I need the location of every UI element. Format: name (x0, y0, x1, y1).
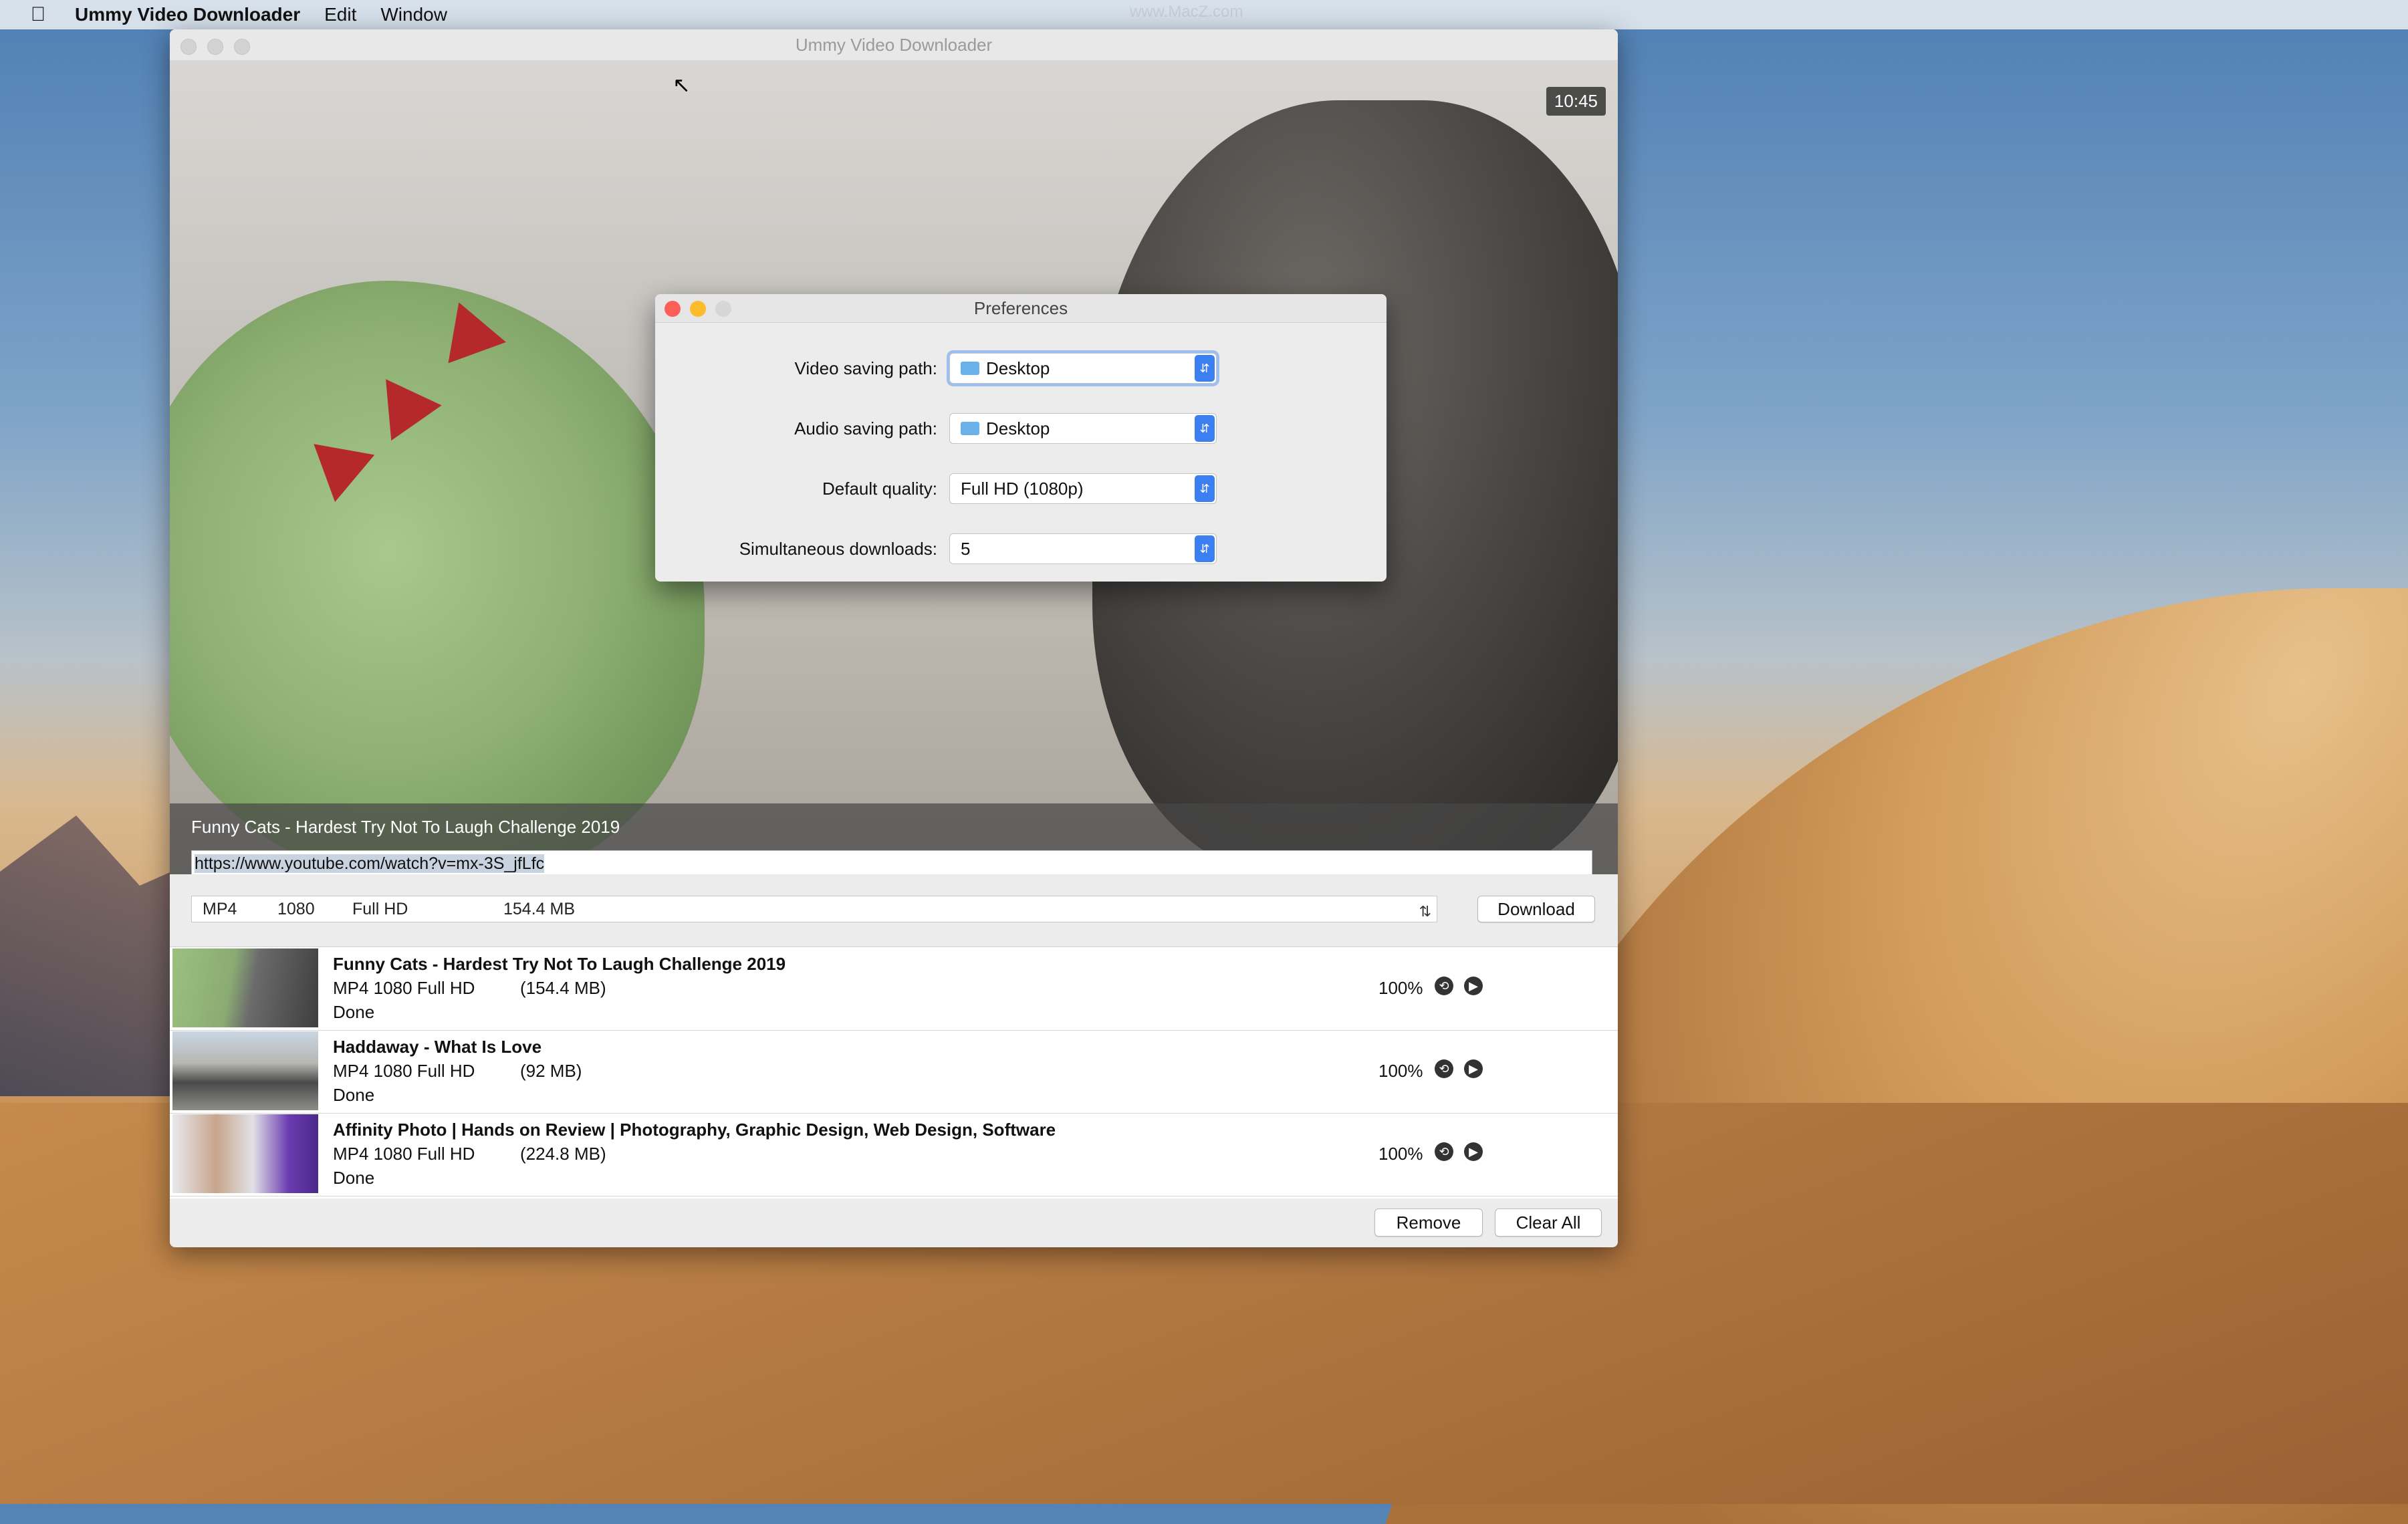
show-in-folder-icon[interactable]: ⟲ (1435, 1059, 1453, 1078)
format-resolution: 1080 (277, 900, 315, 918)
simultaneous-label: Simultaneous downloads: (739, 539, 937, 559)
close-button[interactable] (665, 301, 681, 317)
menubar:  Ummy Video Downloader Edit Window www.… (0, 0, 2408, 29)
simultaneous-value: 5 (961, 539, 971, 559)
thumbnail-image (172, 948, 318, 1027)
download-title: Haddaway - What Is Love (333, 1037, 542, 1057)
play-icon[interactable]: ▶ (1464, 977, 1483, 995)
quality-label: Default quality: (822, 479, 937, 499)
video-path-value: Desktop (986, 358, 1050, 378)
chevron-updown-icon: ⇅ (1419, 903, 1431, 920)
close-button-inactive[interactable] (180, 39, 197, 55)
download-size: (224.8 MB) (520, 1144, 606, 1164)
audio-path-label: Audio saving path: (794, 418, 937, 438)
download-progress: 100% (1378, 978, 1423, 998)
folder-icon (961, 362, 979, 376)
format-select[interactable]: MP4 1080 Full HD 154.4 MB ⇅ (191, 896, 1437, 922)
format-container: MP4 (203, 900, 237, 918)
video-path-label: Video saving path: (794, 358, 937, 378)
thumbnail-image (172, 1031, 318, 1110)
download-status: Done (333, 1168, 375, 1188)
download-size: (154.4 MB) (520, 978, 606, 998)
audio-path-select[interactable]: Desktop ⇵ (949, 413, 1217, 444)
show-in-folder-icon[interactable]: ⟲ (1435, 1142, 1453, 1161)
download-status: Done (333, 1002, 375, 1022)
download-format: MP4 1080 Full HD (333, 978, 475, 998)
simultaneous-select[interactable]: 5 ⇵ (949, 533, 1217, 564)
preferences-titlebar[interactable]: Preferences (655, 294, 1387, 323)
chevron-updown-icon: ⇵ (1195, 535, 1215, 562)
show-in-folder-icon[interactable]: ⟲ (1435, 977, 1453, 995)
main-window: Ummy Video Downloader 10:45 Funny Cats -… (170, 29, 1618, 1247)
minimize-button[interactable] (690, 301, 706, 317)
download-format: MP4 1080 Full HD (333, 1061, 475, 1081)
format-quality: Full HD (352, 900, 408, 918)
chevron-updown-icon: ⇵ (1195, 415, 1215, 442)
download-button[interactable]: Download (1477, 896, 1595, 922)
quality-select[interactable]: Full HD (1080p) ⇵ (949, 473, 1217, 504)
url-text: https://www.youtube.com/watch?v=mx-3S_jf… (195, 854, 545, 873)
list-item[interactable]: Haddaway - What Is Love MP4 1080 Full HD… (170, 1030, 1618, 1114)
thumbnail-image (172, 1114, 318, 1193)
mouse-cursor-icon: ↖ (673, 73, 691, 97)
format-size: 154.4 MB (503, 900, 576, 918)
simultaneous-row: Simultaneous downloads: 5 ⇵ (655, 533, 1387, 567)
watermark: www.MacZ.com (1130, 3, 1243, 21)
download-size: (92 MB) (520, 1061, 582, 1081)
download-progress: 100% (1378, 1144, 1423, 1164)
zoom-button (715, 301, 731, 317)
list-item[interactable]: Affinity Photo | Hands on Review | Photo… (170, 1113, 1618, 1196)
quality-row: Default quality: Full HD (1080p) ⇵ (655, 473, 1387, 507)
minimize-button-inactive[interactable] (207, 39, 223, 55)
quality-value: Full HD (1080p) (961, 479, 1084, 499)
menu-app-name[interactable]: Ummy Video Downloader (75, 4, 300, 25)
video-caption-bar: Funny Cats - Hardest Try Not To Laugh Ch… (170, 803, 1618, 874)
clear-all-button[interactable]: Clear All (1495, 1209, 1602, 1237)
zoom-button-inactive[interactable] (234, 39, 250, 55)
download-format: MP4 1080 Full HD (333, 1144, 475, 1164)
preferences-title: Preferences (973, 298, 1068, 318)
download-progress: 100% (1378, 1061, 1423, 1081)
chevron-updown-icon: ⇵ (1195, 475, 1215, 502)
preferences-dialog: Preferences Video saving path: Desktop ⇵… (655, 294, 1387, 582)
audio-path-row: Audio saving path: Desktop ⇵ (655, 413, 1387, 447)
video-duration: 10:45 (1546, 87, 1606, 116)
titlebar[interactable]: Ummy Video Downloader (170, 29, 1618, 61)
video-path-row: Video saving path: Desktop ⇵ (655, 353, 1387, 386)
video-title: Funny Cats - Hardest Try Not To Laugh Ch… (191, 817, 620, 837)
download-title: Funny Cats - Hardest Try Not To Laugh Ch… (333, 954, 786, 974)
remove-button[interactable]: Remove (1374, 1209, 1483, 1237)
menu-window[interactable]: Window (380, 4, 447, 25)
apple-icon[interactable]:  (27, 3, 49, 26)
play-icon[interactable]: ▶ (1464, 1059, 1483, 1078)
downloads-list: Funny Cats - Hardest Try Not To Laugh Ch… (170, 946, 1618, 1198)
chevron-updown-icon: ⇵ (1195, 355, 1215, 382)
audio-path-value: Desktop (986, 418, 1050, 438)
folder-icon (961, 422, 979, 436)
play-icon[interactable]: ▶ (1464, 1142, 1483, 1161)
download-title: Affinity Photo | Hands on Review | Photo… (333, 1120, 1056, 1140)
list-item[interactable]: Funny Cats - Hardest Try Not To Laugh Ch… (170, 947, 1618, 1031)
window-title: Ummy Video Downloader (795, 35, 993, 55)
url-input[interactable]: https://www.youtube.com/watch?v=mx-3S_jf… (191, 850, 1592, 874)
menu-edit[interactable]: Edit (324, 4, 356, 25)
video-path-select[interactable]: Desktop ⇵ (949, 353, 1217, 384)
download-status: Done (333, 1085, 375, 1105)
